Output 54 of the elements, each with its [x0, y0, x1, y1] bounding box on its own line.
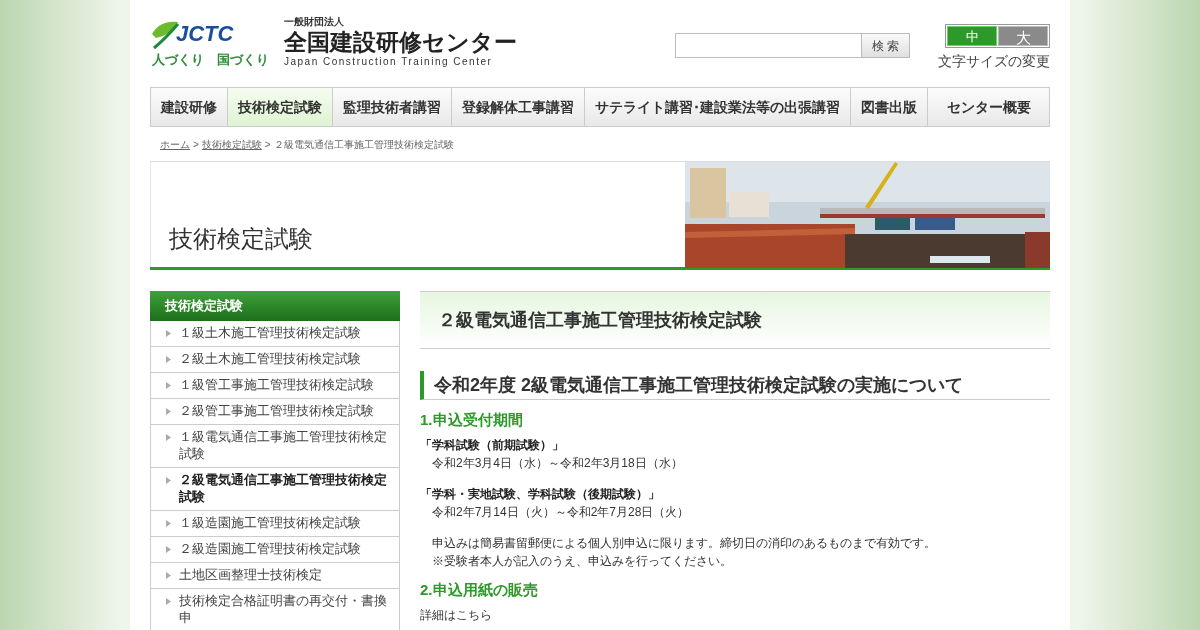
breadcrumb-link[interactable]: ホーム	[160, 136, 190, 152]
nav-tab[interactable]: 登録解体工事講習	[451, 88, 584, 126]
breadcrumb-link[interactable]: 技術検定試験	[201, 136, 262, 152]
body-text: 詳細はこちら	[420, 607, 493, 624]
section-heading: 令和2年度 2級電気通信工事施工管理技術検定試験の実施について	[420, 371, 1050, 400]
triangle-icon	[166, 356, 171, 363]
triangle-icon	[166, 546, 171, 553]
nav-tab[interactable]: 技術検定試験	[227, 88, 332, 126]
sidebar-item[interactable]: ２級電気通信工事施工管理技術検定試験	[151, 468, 399, 511]
period-label: 「学科試験（前期試験）」	[420, 437, 565, 454]
triangle-icon	[166, 572, 171, 579]
banner-title: 技術検定試験	[169, 224, 313, 254]
breadcrumb-separator: >	[193, 137, 199, 152]
org-english-name: Japan Construction Training Center	[284, 56, 494, 68]
nav-tab[interactable]: 監理技術者講習	[332, 88, 451, 126]
font-size-button[interactable]: 中	[947, 26, 997, 46]
nav-tab[interactable]: 建設研修	[151, 88, 227, 126]
nav-tab[interactable]: サテライト講習･建設業法等の出張講習	[584, 88, 850, 126]
search-button[interactable]: 検 索	[862, 33, 910, 58]
triangle-icon	[166, 520, 171, 527]
body-text: ※受験者本人が記入のうえ、申込みを行ってください。	[431, 553, 733, 570]
nav-tab[interactable]: 図書出版	[850, 88, 927, 126]
logo-tagline: 人づくり 国づくり	[152, 51, 269, 67]
org-name: 全国建設研修センター	[284, 28, 517, 56]
sidebar-title: 技術検定試験	[150, 291, 400, 321]
triangle-icon	[166, 382, 171, 389]
sidebar-item[interactable]: ２級管工事施工管理技術検定試験	[151, 399, 399, 425]
sidebar-item[interactable]: ２級土木施工管理技術検定試験	[151, 347, 399, 373]
breadcrumb-current: ２級電気通信工事施工管理技術検定試験	[273, 137, 454, 152]
subsection-title: 1.申込受付期間	[420, 410, 524, 430]
sidebar-item[interactable]: ２級造園施工管理技術検定試験	[151, 537, 399, 563]
triangle-icon	[166, 477, 171, 484]
body-text: 令和2年7月14日（火）～令和2年7月28日（火）	[431, 504, 691, 521]
org-type: 一般財団法人	[284, 16, 345, 28]
body-text: 令和2年3月4日（水）～令和2年3月18日（水）	[431, 455, 684, 472]
breadcrumb-separator: >	[264, 137, 271, 152]
sidebar-item[interactable]: 技術検定合格証明書の再交付・書換申	[151, 589, 399, 630]
nav-tab[interactable]: センター概要	[927, 88, 1049, 126]
sidebar-item[interactable]: １級土木施工管理技術検定試験	[151, 321, 399, 347]
sidebar-item[interactable]: 土地区画整理士技術検定	[151, 563, 399, 589]
sidebar-item[interactable]: １級電気通信工事施工管理技術検定試験	[151, 425, 399, 468]
subsection-title: 2.申込用紙の販売	[420, 580, 539, 600]
page-title: ２級電気通信工事施工管理技術検定試験	[420, 291, 1050, 349]
logo-text: JCTC	[176, 22, 234, 45]
period-label: 「学科・実地試験、学科試験（後期試験）」	[420, 486, 661, 503]
body-text: 申込みは簡易書留郵便による個人別申込に限ります。締切日の消印のあるものまで有効です。	[431, 535, 937, 552]
sidebar-item[interactable]: １級造園施工管理技術検定試験	[151, 511, 399, 537]
triangle-icon	[166, 330, 171, 337]
sidebar-item[interactable]: １級管工事施工管理技術検定試験	[151, 373, 399, 399]
triangle-icon	[166, 598, 171, 605]
triangle-icon	[166, 434, 171, 441]
triangle-icon	[166, 408, 171, 415]
search-field[interactable]	[675, 33, 862, 58]
font-size-label: 文字サイズの変更	[938, 52, 1050, 71]
